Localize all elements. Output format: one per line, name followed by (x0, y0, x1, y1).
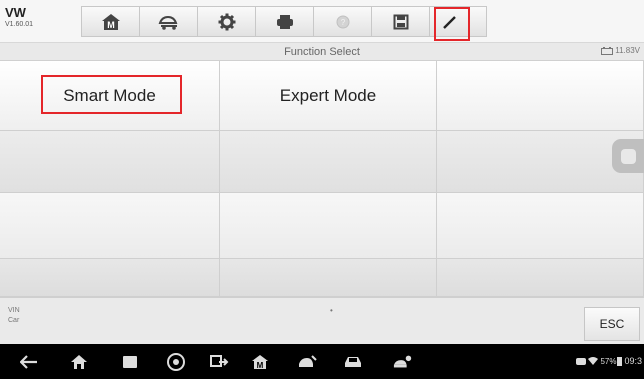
vehicle-swap-icon (158, 15, 177, 30)
back-arrow-icon (20, 355, 37, 369)
help-icon: ? (336, 15, 349, 28)
vehicle-brand: VW (5, 5, 26, 20)
chrome-icon (167, 353, 185, 371)
app-version: V1.60.01 (5, 21, 34, 28)
diagnostics-home-button[interactable]: M (250, 353, 270, 371)
printer-icon (276, 14, 293, 29)
floating-side-handle[interactable] (612, 139, 644, 173)
settings-button[interactable] (197, 6, 255, 37)
empty-cell (437, 61, 644, 131)
home-icon (71, 355, 87, 369)
function-select-header: Function Select 11.83V (0, 43, 644, 61)
print-button[interactable] (255, 6, 313, 37)
back-button[interactable] (19, 353, 39, 371)
app-title: VW V1.60.01 (5, 6, 33, 28)
chat-icon (576, 357, 587, 365)
footer-marker: • (330, 306, 333, 315)
home-m-icon: M (252, 355, 268, 370)
vehicle-service-button[interactable] (297, 353, 317, 371)
handle-square-icon (620, 148, 636, 164)
recent-apps-button[interactable] (120, 353, 140, 371)
toolbar-buttons: M ? (81, 6, 547, 41)
svg-text:M: M (107, 20, 115, 30)
empty-cell (0, 259, 220, 297)
top-toolbar: VW V1.60.01 M ? (0, 0, 644, 43)
edit-button[interactable] (429, 6, 487, 41)
clock: 09:3 (624, 356, 642, 366)
vin-label: VIN (8, 307, 20, 314)
vehicle-info-footer: VIN Car • ESC (0, 297, 644, 344)
car-label: Car (8, 317, 20, 324)
car-icon (345, 357, 361, 367)
svg-text:?: ? (340, 18, 345, 27)
remote-button[interactable] (209, 353, 229, 371)
empty-cell (437, 193, 644, 259)
vehicle-button[interactable] (343, 353, 363, 371)
highlight-box (41, 75, 182, 114)
battery-percent: 57% (600, 356, 617, 366)
esc-button[interactable]: ESC (584, 307, 640, 341)
battery-voltage: 11.83V (601, 46, 640, 55)
empty-cell (437, 259, 644, 297)
edit-pen-icon (443, 15, 456, 29)
battery-level-icon (617, 356, 623, 366)
empty-cell (220, 193, 437, 259)
expert-mode-button[interactable]: Expert Mode (220, 61, 437, 131)
help-button[interactable]: ? (313, 6, 371, 37)
vehicle-info: VIN Car (8, 306, 20, 326)
home-m-icon: M (101, 13, 120, 30)
chrome-button[interactable] (166, 353, 186, 371)
function-grid: Smart Mode Expert Mode (0, 61, 644, 297)
empty-cell (220, 131, 437, 193)
android-nav-bar: M 57% 09:3 (0, 344, 644, 379)
wifi-icon (588, 357, 599, 365)
home-button[interactable]: M (81, 6, 139, 37)
recent-apps-icon (123, 356, 137, 368)
user-vehicle-button[interactable] (393, 353, 413, 371)
expert-mode-label: Expert Mode (279, 85, 377, 105)
svg-text:M: M (257, 361, 264, 370)
remote-support-icon (210, 355, 229, 367)
smart-mode-button[interactable]: Smart Mode (0, 61, 220, 131)
vehicle-swap-button[interactable] (139, 6, 197, 37)
empty-cell (220, 259, 437, 297)
gear-icon (218, 13, 235, 30)
car-wrench-icon (299, 355, 317, 367)
empty-cell (0, 193, 220, 259)
home-nav-button[interactable] (69, 353, 89, 371)
save-button[interactable] (371, 6, 429, 37)
page-title: Function Select (284, 46, 360, 58)
system-status: 57% 09:3 (576, 356, 642, 366)
empty-cell (0, 131, 220, 193)
battery-icon (601, 46, 614, 55)
car-user-icon (393, 355, 412, 368)
battery-voltage-value: 11.83V (615, 46, 640, 55)
save-icon (393, 14, 408, 29)
